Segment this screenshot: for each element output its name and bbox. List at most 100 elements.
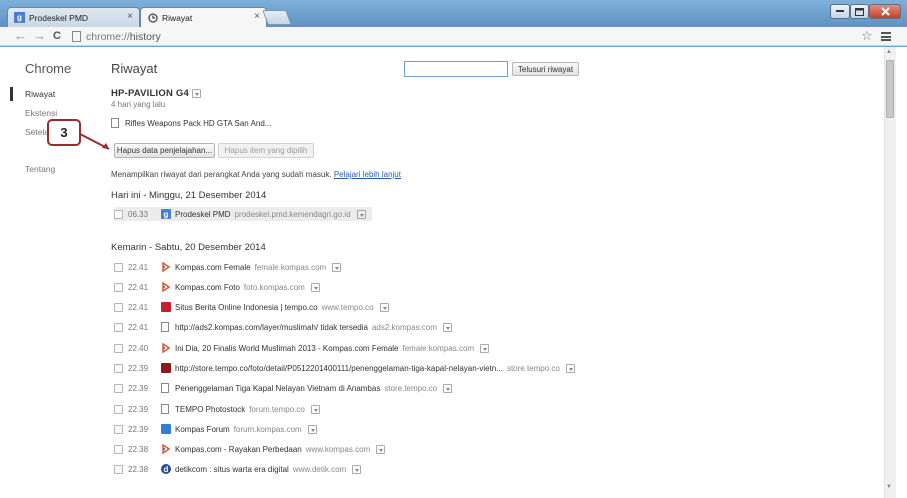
row-time: 22.40 — [128, 343, 149, 353]
row-checkbox[interactable] — [114, 424, 123, 434]
tempo-icon — [161, 302, 171, 312]
row-checkbox[interactable] — [114, 262, 123, 272]
bookmark-star-icon[interactable]: ☆ — [861, 28, 873, 44]
row-title[interactable]: Penenggelaman Tiga Kapal Nelayan Vietnam… — [175, 384, 380, 393]
row-domain: prodeskel.pmd.kemendagri.go.id — [234, 209, 351, 219]
page-icon — [111, 118, 119, 128]
back-button[interactable]: ← — [14, 28, 27, 44]
dropdown-icon[interactable] — [310, 404, 320, 414]
sidebar-item-ekstensi[interactable]: Ekstensi — [25, 108, 57, 118]
tempo-store-icon — [161, 363, 171, 373]
row-checkbox[interactable] — [114, 464, 123, 474]
title-bar: g Prodeskel PMD × Riwayat × — [0, 0, 907, 27]
row-checkbox[interactable] — [114, 322, 123, 332]
dropdown-icon[interactable] — [352, 464, 362, 474]
row-title[interactable]: http://store.tempo.co/foto/detail/P05122… — [175, 364, 503, 373]
reload-button[interactable]: C — [53, 28, 61, 44]
dropdown-icon[interactable] — [307, 424, 317, 434]
row-domain: www.tempo.co — [321, 302, 374, 312]
row-title[interactable]: Situs Berita Online Indonesia | tempo.co — [175, 303, 318, 312]
row-domain: forum.tempo.co — [249, 404, 305, 414]
dropdown-icon[interactable] — [191, 88, 201, 98]
history-row[interactable]: 22.41 http://ads2.kompas.com/layer/musli… — [114, 320, 452, 334]
info-text: Menampilkan riwayat dari perangkat Anda … — [111, 170, 332, 179]
history-row[interactable]: 22.41 Situs Berita Online Indonesia | te… — [114, 300, 389, 314]
row-title[interactable]: Ini Dia, 20 Finalis World Muslimah 2013 … — [175, 344, 399, 353]
learn-more-link[interactable]: Pelajari lebih lanjut — [334, 170, 401, 179]
address-bar[interactable]: chrome://history — [72, 28, 872, 45]
restore-icon — [855, 7, 864, 16]
sidebar-item-tentang[interactable]: Tentang — [25, 164, 55, 174]
maximize-button[interactable] — [850, 4, 869, 19]
row-title[interactable]: Prodeskel PMD — [175, 210, 231, 219]
dropdown-icon[interactable] — [310, 282, 320, 292]
remove-selected-button[interactable]: Hapus item yang dipilih — [218, 143, 314, 158]
history-row[interactable]: 22.39 Penenggelaman Tiga Kapal Nelayan V… — [114, 381, 453, 395]
row-title[interactable]: Kompas.com Female — [175, 263, 251, 272]
row-checkbox[interactable] — [114, 363, 123, 373]
menu-icon[interactable] — [881, 32, 891, 41]
minimize-button[interactable] — [830, 4, 850, 19]
search-input[interactable] — [404, 61, 508, 77]
tab-prodeskel[interactable]: g Prodeskel PMD × — [7, 7, 140, 27]
scroll-down-icon[interactable]: ▼ — [886, 484, 892, 490]
tab-riwayat[interactable]: Riwayat × — [140, 7, 267, 27]
history-row[interactable]: 06.33 g Prodeskel PMD prodeskel.pmd.keme… — [114, 207, 372, 221]
row-checkbox[interactable] — [114, 282, 123, 292]
history-row[interactable]: 22.39 TEMPO Photostock forum.tempo.co — [114, 402, 320, 416]
tab-label: Prodeskel PMD — [29, 12, 89, 23]
dropdown-icon[interactable] — [442, 322, 452, 332]
row-title[interactable]: http://ads2.kompas.com/layer/muslimah/ t… — [175, 323, 368, 332]
google-g-icon: g — [161, 209, 171, 219]
close-window-button[interactable] — [869, 4, 901, 19]
row-time: 22.39 — [128, 383, 149, 393]
google-g-icon: g — [14, 12, 25, 23]
day-header-today: Hari ini - Minggu, 21 Desember 2014 — [111, 190, 267, 201]
dropdown-icon[interactable] — [376, 444, 386, 454]
history-row[interactable]: 22.38 Kompas.com - Rayakan Perbedaan www… — [114, 442, 386, 456]
dropdown-icon[interactable] — [480, 343, 490, 353]
dropdown-icon[interactable] — [356, 209, 366, 219]
history-row[interactable]: 22.41 Kompas.com Female female.kompas.co… — [114, 260, 342, 274]
row-domain: www.detik.com — [292, 464, 347, 474]
history-row[interactable]: 22.39 Kompas Forum forum.kompas.com — [114, 422, 317, 436]
history-row[interactable]: 22.38 d detikcom : situs warta era digit… — [114, 462, 362, 476]
dropdown-icon[interactable] — [379, 302, 389, 312]
clear-browsing-data-button[interactable]: Hapus data penjelajahan... — [114, 143, 215, 158]
dropdown-icon[interactable] — [565, 363, 575, 373]
browser-toolbar: ← → C chrome://history ☆ — [0, 27, 907, 46]
row-title[interactable]: TEMPO Photostock — [175, 405, 245, 414]
forward-button[interactable]: → — [33, 28, 46, 44]
device-time: 4 hari yang lalu — [111, 100, 166, 109]
scrollbar-thumb[interactable] — [886, 60, 894, 118]
row-time: 22.41 — [128, 262, 149, 272]
tab-close-icon[interactable]: × — [127, 11, 133, 22]
row-title[interactable]: detikcom : situs warta era digital — [175, 465, 289, 474]
sidebar-item-riwayat[interactable]: Riwayat — [25, 89, 55, 99]
row-title[interactable]: Kompas.com - Rayakan Perbedaan — [175, 445, 302, 454]
dropdown-icon[interactable] — [332, 262, 342, 272]
search-history-button[interactable]: Telusuri riwayat — [512, 62, 579, 76]
row-checkbox[interactable] — [114, 209, 123, 219]
history-row[interactable]: 22.39 http://store.tempo.co/foto/detail/… — [114, 361, 575, 375]
detik-icon: d — [161, 464, 171, 474]
history-row[interactable]: 22.41 Kompas.com Foto foto.kompas.com — [114, 280, 320, 294]
row-checkbox[interactable] — [114, 343, 123, 353]
row-title[interactable]: Kompas Forum — [175, 425, 230, 434]
dropdown-icon[interactable] — [443, 383, 453, 393]
new-tab-button[interactable] — [262, 10, 292, 25]
history-row[interactable]: 22.40 Ini Dia, 20 Finalis World Muslimah… — [114, 341, 490, 355]
scroll-up-icon[interactable]: ▲ — [886, 49, 892, 55]
device-entry[interactable]: Rifles Weapons Pack HD GTA San And... — [111, 118, 271, 128]
step-callout: 3 — [47, 119, 81, 146]
row-checkbox[interactable] — [114, 404, 123, 414]
row-checkbox[interactable] — [114, 383, 123, 393]
row-checkbox[interactable] — [114, 444, 123, 454]
tab-close-icon[interactable]: × — [254, 11, 260, 22]
row-checkbox[interactable] — [114, 302, 123, 312]
page-icon — [161, 322, 169, 332]
history-icon — [147, 12, 158, 23]
close-icon — [880, 7, 890, 16]
row-title[interactable]: Kompas.com Foto — [175, 283, 240, 292]
history-page: Chrome Riwayat Ekstensi Setelan Tentang … — [0, 47, 907, 498]
